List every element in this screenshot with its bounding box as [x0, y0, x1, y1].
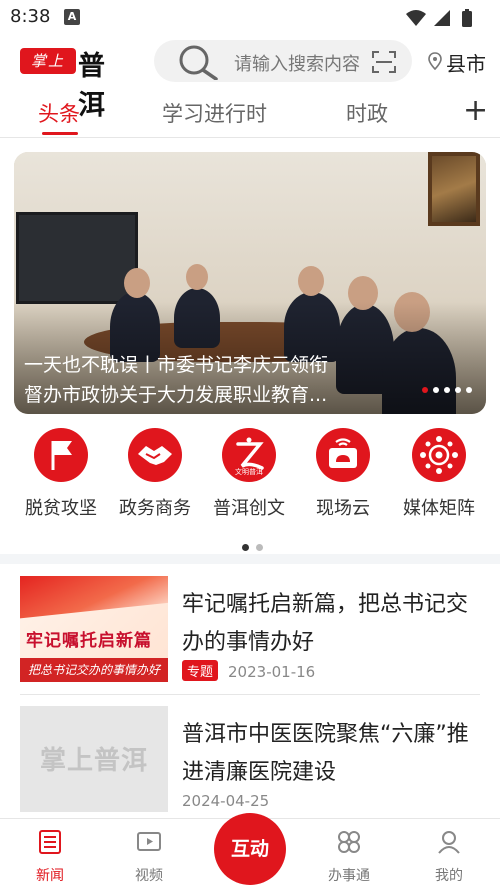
civilization-icon: 文明普洱	[222, 428, 276, 482]
search-icon	[172, 44, 220, 84]
notification-icon: A	[64, 9, 80, 25]
wifi-signal-battery-icon	[406, 9, 472, 27]
news-meta: 2024-04-25	[182, 792, 269, 810]
search-input[interactable]: 请输入搜索内容	[234, 50, 360, 76]
search-bar[interactable]: 请输入搜索内容	[154, 40, 412, 82]
live-cloud-icon	[316, 428, 370, 482]
pager-dot-active	[242, 544, 249, 551]
video-icon	[136, 832, 162, 859]
news-date: 2023-01-16	[228, 663, 316, 681]
shortcut-grid: 脱贫攻坚 政务商务 文明普洱 普洱创文 现场云 媒体矩阵	[0, 428, 500, 528]
banner-photo-screen	[16, 212, 138, 304]
section-divider	[0, 554, 500, 564]
location-label: 县市	[446, 52, 486, 76]
shortcut-pager	[242, 536, 270, 555]
media-matrix-icon	[412, 428, 466, 482]
location-pin-icon	[428, 52, 442, 74]
banner-caption-line: 一天也不耽误丨市委书记李庆元领衔	[24, 354, 329, 376]
shortcut-poverty[interactable]: 脱贫攻坚	[14, 428, 108, 520]
services-icon	[336, 831, 362, 859]
banner-caption[interactable]: 一天也不耽误丨市委书记李庆元领衔 督办市政协关于大力发展职业教育...	[24, 350, 404, 410]
shortcut-media-matrix[interactable]: 媒体矩阵	[392, 428, 486, 520]
banner-carousel[interactable]: 一天也不耽误丨市委书记李庆元领衔 督办市政协关于大力发展职业教育...	[14, 152, 486, 414]
shortcut-government-business[interactable]: 政务商务	[108, 428, 202, 520]
news-thumbnail: 掌上普洱	[20, 706, 168, 812]
shortcut-label: 脱贫攻坚	[25, 498, 97, 519]
profile-icon	[436, 831, 462, 859]
interact-button[interactable]: 互动	[214, 813, 286, 885]
tab-study[interactable]: 学习进行时	[162, 98, 267, 128]
nav-services[interactable]: 办事通	[314, 829, 384, 885]
active-tab-indicator	[42, 132, 78, 135]
civilization-icon-text: 文明普洱	[235, 467, 263, 476]
thumbnail-subline: 把总书记交办的事情办好	[20, 658, 168, 682]
news-item[interactable]: 牢记嘱托启新篇 把总书记交办的事情办好 牢记嘱托启新篇，把总书记交办的事情办好 …	[20, 576, 480, 696]
banner-photo-painting	[428, 152, 480, 226]
app-logo[interactable]: 掌上 普洱	[20, 46, 132, 121]
nav-label: 视频	[135, 868, 163, 884]
nav-profile[interactable]: 我的	[414, 829, 484, 885]
news-meta: 专题 2023-01-16	[182, 660, 315, 681]
news-item[interactable]: 掌上普洱 普洱市中医医院聚焦“六廉”推进清廉医院建设 2024-04-25	[20, 706, 480, 826]
news-icon	[37, 830, 63, 859]
shortcut-civilization[interactable]: 文明普洱 普洱创文	[202, 428, 296, 520]
news-title: 牢记嘱托启新篇，把总书记交办的事情办好	[182, 592, 469, 655]
news-divider	[20, 694, 480, 695]
nav-label: 我的	[435, 868, 463, 884]
banner-dot	[466, 387, 472, 393]
scan-icon[interactable]	[371, 50, 397, 78]
tab-headlines[interactable]: 头条	[38, 98, 80, 128]
banner-dot-active	[422, 387, 428, 393]
bottom-navigation: 新闻 视频 互动 办事通 我的	[0, 813, 500, 888]
news-thumbnail: 牢记嘱托启新篇 把总书记交办的事情办好	[20, 576, 168, 682]
add-channel-icon[interactable]: +	[463, 96, 488, 126]
nav-label: 新闻	[36, 868, 64, 884]
nav-label: 办事通	[328, 868, 370, 884]
banner-photo-person	[298, 266, 324, 296]
nav-news[interactable]: 新闻	[15, 829, 85, 885]
news-title: 普洱市中医医院聚焦“六廉”推进清廉医院建设	[182, 722, 469, 785]
banner-dot	[433, 387, 439, 393]
pager-dot	[256, 544, 263, 551]
banner-dot	[444, 387, 450, 393]
banner-photo-person	[124, 268, 150, 298]
thumbnail-ribbon	[20, 576, 168, 621]
shortcut-label: 普洱创文	[213, 498, 285, 519]
logo-badge: 掌上	[20, 48, 76, 74]
status-bar: 8:38 A	[0, 0, 500, 36]
flag-icon	[34, 428, 88, 482]
channel-tabs: 头条 学习进行时 时政 +	[0, 90, 500, 138]
status-time: 8:38	[10, 6, 51, 27]
handshake-icon	[128, 428, 182, 482]
shortcut-label: 现场云	[316, 498, 370, 519]
news-date: 2024-04-25	[182, 792, 270, 810]
shortcut-label: 政务商务	[119, 498, 191, 519]
banner-photo-person	[186, 264, 208, 290]
banner-caption-line: 督办市政协关于大力发展职业教育...	[24, 384, 328, 406]
nav-video[interactable]: 视频	[114, 829, 184, 885]
topic-badge: 专题	[182, 660, 219, 681]
thumbnail-placeholder: 掌上普洱	[39, 746, 148, 776]
banner-dot	[455, 387, 461, 393]
thumbnail-headline: 牢记嘱托启新篇	[26, 631, 152, 651]
app-header: 掌上 普洱 请输入搜索内容 县市	[0, 36, 500, 121]
shortcut-live-cloud[interactable]: 现场云	[296, 428, 390, 520]
system-status-icons	[404, 8, 490, 32]
shortcut-label: 媒体矩阵	[403, 498, 475, 519]
banner-indicator	[422, 378, 477, 397]
tab-politics[interactable]: 时政	[346, 98, 388, 128]
